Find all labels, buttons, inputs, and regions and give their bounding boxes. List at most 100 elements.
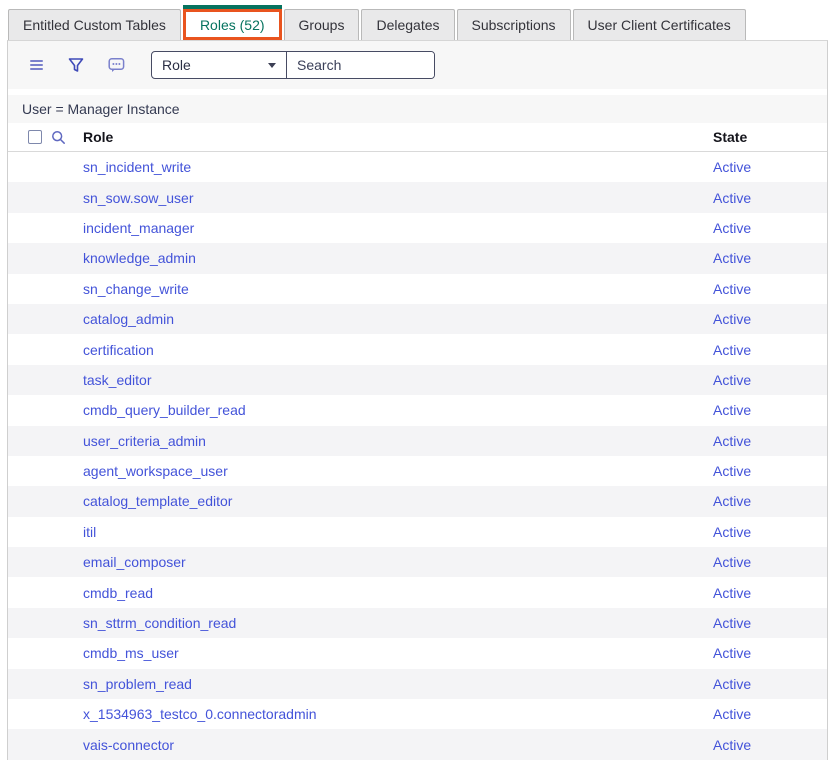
state-cell: Active (713, 615, 827, 631)
state-cell: Active (713, 342, 827, 358)
state-value: Active (713, 159, 751, 175)
role-cell: email_composer (75, 554, 713, 570)
role-cell: cmdb_read (75, 585, 713, 601)
state-value: Active (713, 281, 751, 297)
role-link[interactable]: x_1534963_testco_0.connectoradmin (83, 706, 317, 722)
table-row: cmdb_query_builder_read Active (8, 395, 827, 425)
state-cell: Active (713, 676, 827, 692)
role-link[interactable]: cmdb_ms_user (83, 645, 179, 661)
state-value: Active (713, 250, 751, 266)
filter-button[interactable] (61, 50, 91, 80)
state-value: Active (713, 645, 751, 661)
table-row: catalog_adminActive (8, 304, 827, 334)
role-link[interactable]: vais-connector (83, 737, 174, 753)
state-cell: Active (713, 372, 827, 388)
role-link[interactable]: itil (83, 524, 96, 540)
table-row: incident_manager Active (8, 213, 827, 243)
role-cell: sn_incident_write (75, 159, 713, 175)
table-row: itilActive (8, 517, 827, 547)
roles-panel: Role User = Manager Instance Role State … (7, 40, 828, 760)
table-row: vais-connectorActive (8, 729, 827, 759)
role-link[interactable]: cmdb_query_builder_read (83, 402, 246, 418)
search-combo: Role (151, 51, 435, 79)
state-value: Active (713, 676, 751, 692)
state-value: Active (713, 220, 751, 236)
state-cell: Active (713, 281, 827, 297)
table-header: Role State (8, 123, 827, 152)
role-cell: sn_change_write (75, 281, 713, 297)
column-header-role[interactable]: Role (75, 129, 713, 145)
role-link[interactable]: sn_incident_write (83, 159, 191, 175)
personalize-button[interactable] (101, 50, 131, 80)
filter-breadcrumb[interactable]: User = Manager Instance (8, 95, 827, 123)
role-cell: sn_problem_read (75, 676, 713, 692)
state-cell: Active (713, 250, 827, 266)
tab-strip: Entitled Custom Tables Roles (52) Groups De… (0, 0, 828, 40)
tab-label: Subscriptions (472, 17, 556, 33)
search-input[interactable] (287, 52, 434, 78)
state-cell: Active (713, 190, 827, 206)
select-all-checkbox[interactable] (28, 130, 42, 144)
table-row: cmdb_read Active (8, 577, 827, 607)
state-value: Active (713, 433, 751, 449)
tab-label: Groups (299, 17, 345, 33)
state-value: Active (713, 554, 751, 570)
state-cell: Active (713, 463, 827, 479)
table-row: email_composer Active (8, 547, 827, 577)
state-value: Active (713, 402, 751, 418)
tab-user-client-certificates[interactable]: User Client Certificates (573, 9, 746, 40)
column-header-state[interactable]: State (713, 129, 827, 145)
list-menu-button[interactable] (21, 50, 51, 80)
role-cell: vais-connector (75, 737, 713, 753)
role-link[interactable]: catalog_admin (83, 311, 174, 327)
role-link[interactable]: sn_sttrm_condition_read (83, 615, 236, 631)
tab-groups[interactable]: Groups (284, 9, 360, 40)
role-link[interactable]: cmdb_read (83, 585, 153, 601)
state-cell: Active (713, 433, 827, 449)
column-search-toggle[interactable] (42, 130, 75, 145)
state-value: Active (713, 585, 751, 601)
tab-subscriptions[interactable]: Subscriptions (457, 9, 571, 40)
state-value: Active (713, 372, 751, 388)
role-cell: catalog_template_editor (75, 493, 713, 509)
filter-breadcrumb-text: User = Manager Instance (22, 101, 180, 117)
table-row: agent_workspace_user Active (8, 456, 827, 486)
table-row: sn_sttrm_condition_read Active (8, 608, 827, 638)
state-cell: Active (713, 159, 827, 175)
role-link[interactable]: email_composer (83, 554, 186, 570)
filter-icon (68, 57, 84, 73)
role-cell: cmdb_ms_user (75, 645, 713, 661)
state-value: Active (713, 463, 751, 479)
role-link[interactable]: task_editor (83, 372, 151, 388)
role-cell: cmdb_query_builder_read (75, 402, 713, 418)
table-row: x_1534963_testco_0.connectoradminActive (8, 699, 827, 729)
role-link[interactable]: catalog_template_editor (83, 493, 232, 509)
role-cell: user_criteria_admin (75, 433, 713, 449)
role-cell: sn_sttrm_condition_read (75, 615, 713, 631)
role-link[interactable]: sn_sow.sow_user (83, 190, 194, 206)
comment-icon (108, 57, 125, 73)
role-link[interactable]: sn_change_write (83, 281, 189, 297)
role-link[interactable]: user_criteria_admin (83, 433, 206, 449)
tab-entitled-custom-tables[interactable]: Entitled Custom Tables (8, 9, 181, 40)
state-cell: Active (713, 554, 827, 570)
role-link[interactable]: incident_manager (83, 220, 194, 236)
table-row: sn_sow.sow_user Active (8, 182, 827, 212)
search-column-select[interactable]: Role (152, 52, 287, 78)
tab-label: Entitled Custom Tables (23, 17, 166, 33)
table-row: sn_problem_read Active (8, 669, 827, 699)
tab-label: User Client Certificates (588, 17, 731, 33)
state-cell: Active (713, 645, 827, 661)
role-link[interactable]: agent_workspace_user (83, 463, 228, 479)
role-cell: agent_workspace_user (75, 463, 713, 479)
search-icon (51, 130, 66, 145)
tab-roles[interactable]: Roles (52) (183, 9, 282, 40)
role-link[interactable]: knowledge_admin (83, 250, 196, 266)
role-link[interactable]: sn_problem_read (83, 676, 192, 692)
role-cell: task_editor (75, 372, 713, 388)
tab-delegates[interactable]: Delegates (361, 9, 454, 40)
role-link[interactable]: certification (83, 342, 154, 358)
state-value: Active (713, 615, 751, 631)
search-column-value: Role (162, 57, 191, 73)
table-row: certification Active (8, 334, 827, 364)
